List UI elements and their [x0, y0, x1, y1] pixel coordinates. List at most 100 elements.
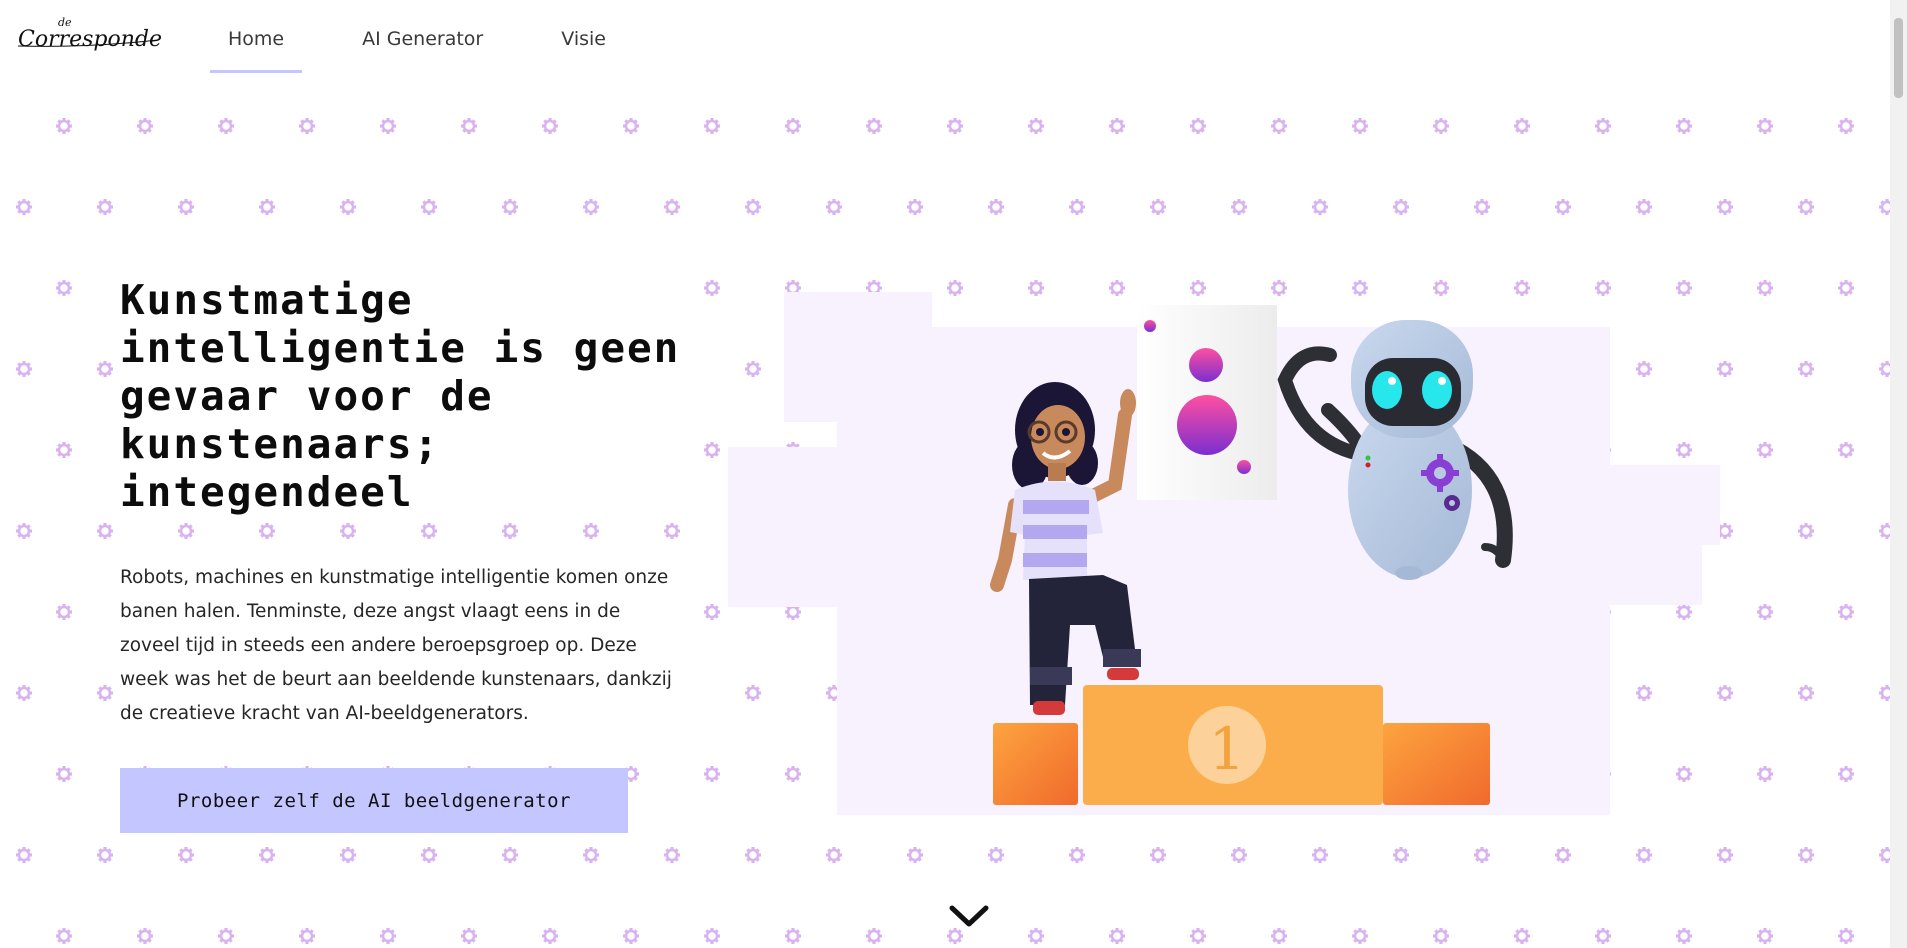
pattern-gear-icon: [1757, 280, 1773, 296]
pattern-gear-icon: [1879, 361, 1890, 377]
nav-item-home[interactable]: Home: [210, 0, 303, 75]
pattern-gear-icon: [1879, 685, 1890, 701]
pattern-gear-icon: [1474, 847, 1490, 863]
pattern-gear-icon: [1757, 118, 1773, 134]
pattern-gear-icon: [97, 685, 113, 701]
pattern-gear-icon: [1838, 118, 1854, 134]
pattern-gear-icon: [1312, 199, 1328, 215]
pattern-gear-icon: [178, 847, 194, 863]
pattern-gear-icon: [56, 604, 72, 620]
pattern-gear-icon: [1109, 118, 1125, 134]
pattern-gear-icon: [1636, 199, 1652, 215]
pattern-gear-icon: [664, 847, 680, 863]
pattern-gear-icon: [583, 847, 599, 863]
pattern-gear-icon: [1433, 118, 1449, 134]
hero-illustration: 1: [728, 292, 1720, 815]
pattern-gear-icon: [907, 847, 923, 863]
pattern-gear-icon: [583, 523, 599, 539]
page: de Correspondent Home AI Generator Visie…: [0, 0, 1907, 948]
hero-title: Kunstmatige intelligentie is geen gevaar…: [120, 276, 700, 516]
pattern-gear-icon: [502, 199, 518, 215]
pattern-gear-icon: [1109, 928, 1125, 944]
pattern-gear-icon: [1352, 118, 1368, 134]
pattern-gear-icon: [137, 118, 153, 134]
pattern-gear-icon: [1352, 928, 1368, 944]
pattern-gear-icon: [542, 928, 558, 944]
pattern-gear-icon: [1798, 847, 1814, 863]
pattern-gear-icon: [16, 361, 32, 377]
pattern-gear-icon: [56, 766, 72, 782]
pattern-gear-icon: [1393, 199, 1409, 215]
site-header: de Correspondent Home AI Generator Visie: [0, 0, 1890, 75]
pattern-gear-icon: [1879, 847, 1890, 863]
pattern-gear-icon: [1555, 847, 1571, 863]
pattern-gear-icon: [259, 523, 275, 539]
pattern-gear-icon: [1676, 928, 1692, 944]
pattern-gear-icon: [1190, 118, 1206, 134]
pattern-gear-icon: [623, 118, 639, 134]
pattern-gear-icon: [340, 199, 356, 215]
pattern-gear-icon: [704, 766, 720, 782]
pattern-gear-icon: [947, 928, 963, 944]
pattern-gear-icon: [218, 928, 234, 944]
pattern-gear-icon: [988, 199, 1004, 215]
pattern-gear-icon: [218, 118, 234, 134]
pattern-gear-icon: [704, 928, 720, 944]
pattern-gear-icon: [1190, 928, 1206, 944]
pattern-gear-icon: [704, 280, 720, 296]
pattern-gear-icon: [1028, 118, 1044, 134]
try-ai-generator-button[interactable]: Probeer zelf de AI beeldgenerator: [120, 768, 628, 833]
pattern-gear-icon: [97, 523, 113, 539]
pattern-gear-icon: [16, 685, 32, 701]
pattern-gear-icon: [97, 199, 113, 215]
pattern-gear-icon: [137, 928, 153, 944]
pattern-gear-icon: [56, 118, 72, 134]
page-scrollbar[interactable]: [1890, 0, 1907, 948]
pattern-gear-icon: [1069, 847, 1085, 863]
pattern-gear-icon: [16, 523, 32, 539]
scrollbar-thumb[interactable]: [1894, 18, 1903, 98]
svg-text:1: 1: [1209, 715, 1246, 783]
pattern-gear-icon: [380, 118, 396, 134]
pattern-gear-icon: [1150, 199, 1166, 215]
pattern-gear-icon: [1312, 847, 1328, 863]
pattern-gear-icon: [178, 199, 194, 215]
pattern-gear-icon: [16, 199, 32, 215]
pattern-gear-icon: [340, 847, 356, 863]
pattern-gear-icon: [461, 118, 477, 134]
pattern-gear-icon: [1433, 928, 1449, 944]
pattern-gear-icon: [1393, 847, 1409, 863]
pattern-gear-icon: [421, 523, 437, 539]
pattern-gear-icon: [97, 361, 113, 377]
artwork-canvas: [1137, 305, 1277, 500]
pattern-gear-icon: [1757, 442, 1773, 458]
pattern-gear-icon: [1717, 847, 1733, 863]
pattern-gear-icon: [866, 118, 882, 134]
pattern-gear-icon: [542, 118, 558, 134]
pattern-gear-icon: [1838, 280, 1854, 296]
pattern-gear-icon: [299, 118, 315, 134]
pattern-gear-icon: [259, 847, 275, 863]
nav-item-visie[interactable]: Visie: [543, 0, 624, 75]
pattern-gear-icon: [1798, 685, 1814, 701]
nav-item-ai-generator[interactable]: AI Generator: [344, 0, 501, 75]
pattern-gear-icon: [1879, 199, 1890, 215]
pattern-gear-icon: [421, 199, 437, 215]
pattern-gear-icon: [1474, 199, 1490, 215]
pattern-gear-icon: [907, 199, 923, 215]
correspondent-logo[interactable]: de Correspondent: [16, 14, 161, 54]
chevron-down-icon[interactable]: [948, 902, 990, 930]
pattern-gear-icon: [988, 847, 1004, 863]
pattern-gear-icon: [866, 928, 882, 944]
pattern-gear-icon: [16, 847, 32, 863]
pattern-gear-icon: [826, 847, 842, 863]
pattern-gear-icon: [1879, 523, 1890, 539]
pattern-gear-icon: [1595, 928, 1611, 944]
pattern-gear-icon: [340, 523, 356, 539]
pattern-gear-icon: [1069, 199, 1085, 215]
robot-gear-small-icon: [1444, 495, 1460, 511]
pattern-gear-icon: [1798, 361, 1814, 377]
pattern-gear-icon: [461, 928, 477, 944]
pattern-gear-icon: [704, 442, 720, 458]
pattern-gear-icon: [421, 847, 437, 863]
